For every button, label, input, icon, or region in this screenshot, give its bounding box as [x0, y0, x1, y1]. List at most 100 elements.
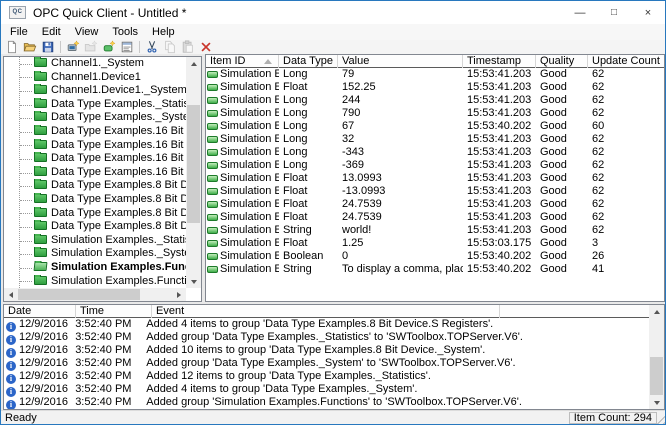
- item-id-cell: Simulation Ex...: [206, 133, 279, 146]
- column-header-time[interactable]: Time: [76, 305, 152, 318]
- timestamp-cell: 15:53:40.202: [467, 250, 532, 262]
- item-row[interactable]: Simulation Ex... Boolean 0 15:53:40.202 …: [206, 250, 664, 263]
- tree-item[interactable]: Channel1._System: [4, 57, 186, 71]
- tree-item[interactable]: Data Type Examples.8 Bit Device.R: [4, 206, 186, 221]
- event-row[interactable]: 12/9/2016 3:52:40 PM Added group 'Data T…: [4, 331, 664, 345]
- event-row[interactable]: 12/9/2016 3:52:40 PM Added 10 items to g…: [4, 344, 664, 358]
- data-type-cell: Long: [283, 68, 308, 80]
- scroll-left-icon[interactable]: [4, 288, 18, 301]
- item-row[interactable]: Simulation Ex... Float 152.25 15:53:41.2…: [206, 81, 664, 94]
- new-file-button[interactable]: [3, 40, 21, 54]
- event-row[interactable]: 12/9/2016 3:52:40 PM Added group 'Simula…: [4, 396, 664, 409]
- column-header-blank: [500, 305, 664, 318]
- item-row[interactable]: Simulation Ex... Long 790 15:53:41.203 G…: [206, 107, 664, 120]
- new-group-button[interactable]: [82, 40, 100, 54]
- tree-item[interactable]: Data Type Examples._System: [4, 111, 186, 125]
- cut-button[interactable]: [143, 40, 161, 54]
- item-row[interactable]: Simulation Ex... Float -13.0993 15:53:41…: [206, 185, 664, 198]
- menu-item[interactable]: View: [68, 24, 106, 40]
- timestamp-cell: 15:53:41.203: [467, 172, 532, 184]
- column-header-quality[interactable]: Quality: [536, 55, 588, 68]
- maximize-button[interactable]: □: [597, 1, 631, 24]
- tree-item[interactable]: Channel1.Device1: [4, 70, 186, 85]
- event-row[interactable]: 12/9/2016 3:52:40 PM Added group 'Data T…: [4, 357, 664, 371]
- item-row[interactable]: Simulation Ex... Float 13.0993 15:53:41.…: [206, 172, 664, 185]
- properties-button[interactable]: [118, 40, 136, 54]
- event-date-cell: 12/9/2016: [4, 331, 71, 345]
- menu-item[interactable]: Tools: [105, 24, 145, 40]
- tree-item[interactable]: Data Type Examples._Statistics: [4, 97, 186, 112]
- column-header-item-id[interactable]: Item ID: [206, 55, 279, 68]
- item-id-text: Simulation Ex...: [220, 146, 279, 158]
- grid-header: Item ID Data Type Value Timestamp Qualit…: [206, 55, 664, 68]
- tree-item[interactable]: Simulation Examples.Functions: [4, 261, 186, 275]
- tree-item[interactable]: Simulation Examples._System: [4, 247, 186, 261]
- column-header-data-type[interactable]: Data Type: [279, 55, 338, 68]
- item-row[interactable]: Simulation Ex... Float 24.7539 15:53:41.…: [206, 211, 664, 224]
- tree-item[interactable]: Simulation Examples.Functions._Sys: [4, 274, 186, 289]
- column-header-event[interactable]: Event: [152, 305, 500, 318]
- delete-button[interactable]: [197, 40, 215, 54]
- column-header-update-count[interactable]: Update Count: [588, 55, 664, 68]
- new-server-button[interactable]: [64, 40, 82, 54]
- folder-icon: [34, 152, 47, 163]
- copy-button[interactable]: [161, 40, 179, 54]
- timestamp-cell: 15:53:41.203: [467, 133, 532, 145]
- item-row[interactable]: Simulation Ex... Long -369 15:53:41.203 …: [206, 159, 664, 172]
- event-row[interactable]: 12/9/2016 3:52:40 PM Added 4 items to gr…: [4, 383, 664, 397]
- event-date-cell: 12/9/2016: [4, 396, 71, 409]
- item-row[interactable]: Simulation Ex... Long 32 15:53:41.203 Go…: [206, 133, 664, 146]
- tree-item[interactable]: Data Type Examples.16 Bit Device.R: [4, 152, 186, 166]
- item-grid-panel: Item ID Data Type Value Timestamp Qualit…: [205, 54, 665, 302]
- item-row[interactable]: Simulation Ex... String To display a com…: [206, 263, 664, 276]
- tree-item[interactable]: Simulation Examples._Statistics: [4, 233, 186, 248]
- scroll-up-icon[interactable]: [186, 57, 201, 70]
- event-vscroll-thumb[interactable]: [650, 357, 663, 395]
- event-row[interactable]: 12/9/2016 3:52:40 PM Added 4 items to gr…: [4, 318, 664, 332]
- folder-icon: [34, 192, 47, 203]
- tree-vscroll-thumb[interactable]: [187, 105, 200, 223]
- item-row[interactable]: Simulation Ex... Float 24.7539 15:53:41.…: [206, 198, 664, 211]
- close-button[interactable]: ×: [631, 1, 665, 24]
- column-header-date[interactable]: Date: [4, 305, 76, 318]
- scroll-right-icon[interactable]: [172, 288, 186, 301]
- tree-item[interactable]: Data Type Examples.16 Bit Device._: [4, 124, 186, 139]
- item-row[interactable]: Simulation Ex... Long 67 15:53:40.202 Go…: [206, 120, 664, 133]
- tree-item[interactable]: Data Type Examples.8 Bit Device.S: [4, 220, 186, 234]
- save-file-button[interactable]: [39, 40, 57, 54]
- tree-item[interactable]: Channel1.Device1._System: [4, 84, 186, 98]
- menu-item[interactable]: Help: [145, 24, 182, 40]
- tree-item[interactable]: Data Type Examples.16 Bit Device.K: [4, 138, 186, 153]
- item-row[interactable]: Simulation Ex... Float 1.25 15:53:03.175…: [206, 237, 664, 250]
- paste-button[interactable]: [179, 40, 197, 54]
- scroll-down-icon[interactable]: [186, 275, 201, 288]
- column-header-value[interactable]: Value: [338, 55, 463, 68]
- item-row[interactable]: Simulation Ex... String world! 15:53:41.…: [206, 224, 664, 237]
- event-row[interactable]: 12/9/2016 3:52:40 PM Added 12 items to g…: [4, 370, 664, 384]
- menu-item[interactable]: Edit: [35, 24, 68, 40]
- tree-item[interactable]: Data Type Examples.8 Bit Device._S: [4, 179, 186, 193]
- tree-item[interactable]: Data Type Examples.8 Bit Device.K: [4, 192, 186, 207]
- event-vertical-scrollbar[interactable]: [649, 305, 664, 409]
- open-file-button[interactable]: [21, 40, 39, 54]
- tree-item[interactable]: Data Type Examples.16 Bit Device.S: [4, 165, 186, 180]
- tree-hscroll-thumb[interactable]: [18, 289, 140, 300]
- tag-icon: [207, 162, 218, 169]
- scroll-down-icon[interactable]: [649, 396, 664, 409]
- item-row[interactable]: Simulation Ex... Long 79 15:53:41.203 Go…: [206, 68, 664, 81]
- tree-vertical-scrollbar[interactable]: [186, 57, 201, 288]
- minimize-button[interactable]: —: [563, 1, 597, 24]
- item-row[interactable]: Simulation Ex... Long 244 15:53:41.203 G…: [206, 94, 664, 107]
- scroll-up-icon[interactable]: [649, 305, 664, 318]
- new-item-button[interactable]: [100, 40, 118, 54]
- column-header-timestamp[interactable]: Timestamp: [463, 55, 536, 68]
- menu-item[interactable]: File: [3, 24, 35, 40]
- folder-icon: [34, 84, 47, 95]
- tag-icon: [207, 266, 218, 273]
- item-id-cell: Simulation Ex...: [206, 224, 279, 237]
- quality-cell: Good: [540, 107, 567, 119]
- tree-item-label: Simulation Examples.Functions._Sys: [51, 274, 186, 287]
- tree-horizontal-scrollbar[interactable]: [4, 288, 186, 301]
- tag-icon: [207, 71, 218, 78]
- item-row[interactable]: Simulation Ex... Long -343 15:53:41.203 …: [206, 146, 664, 159]
